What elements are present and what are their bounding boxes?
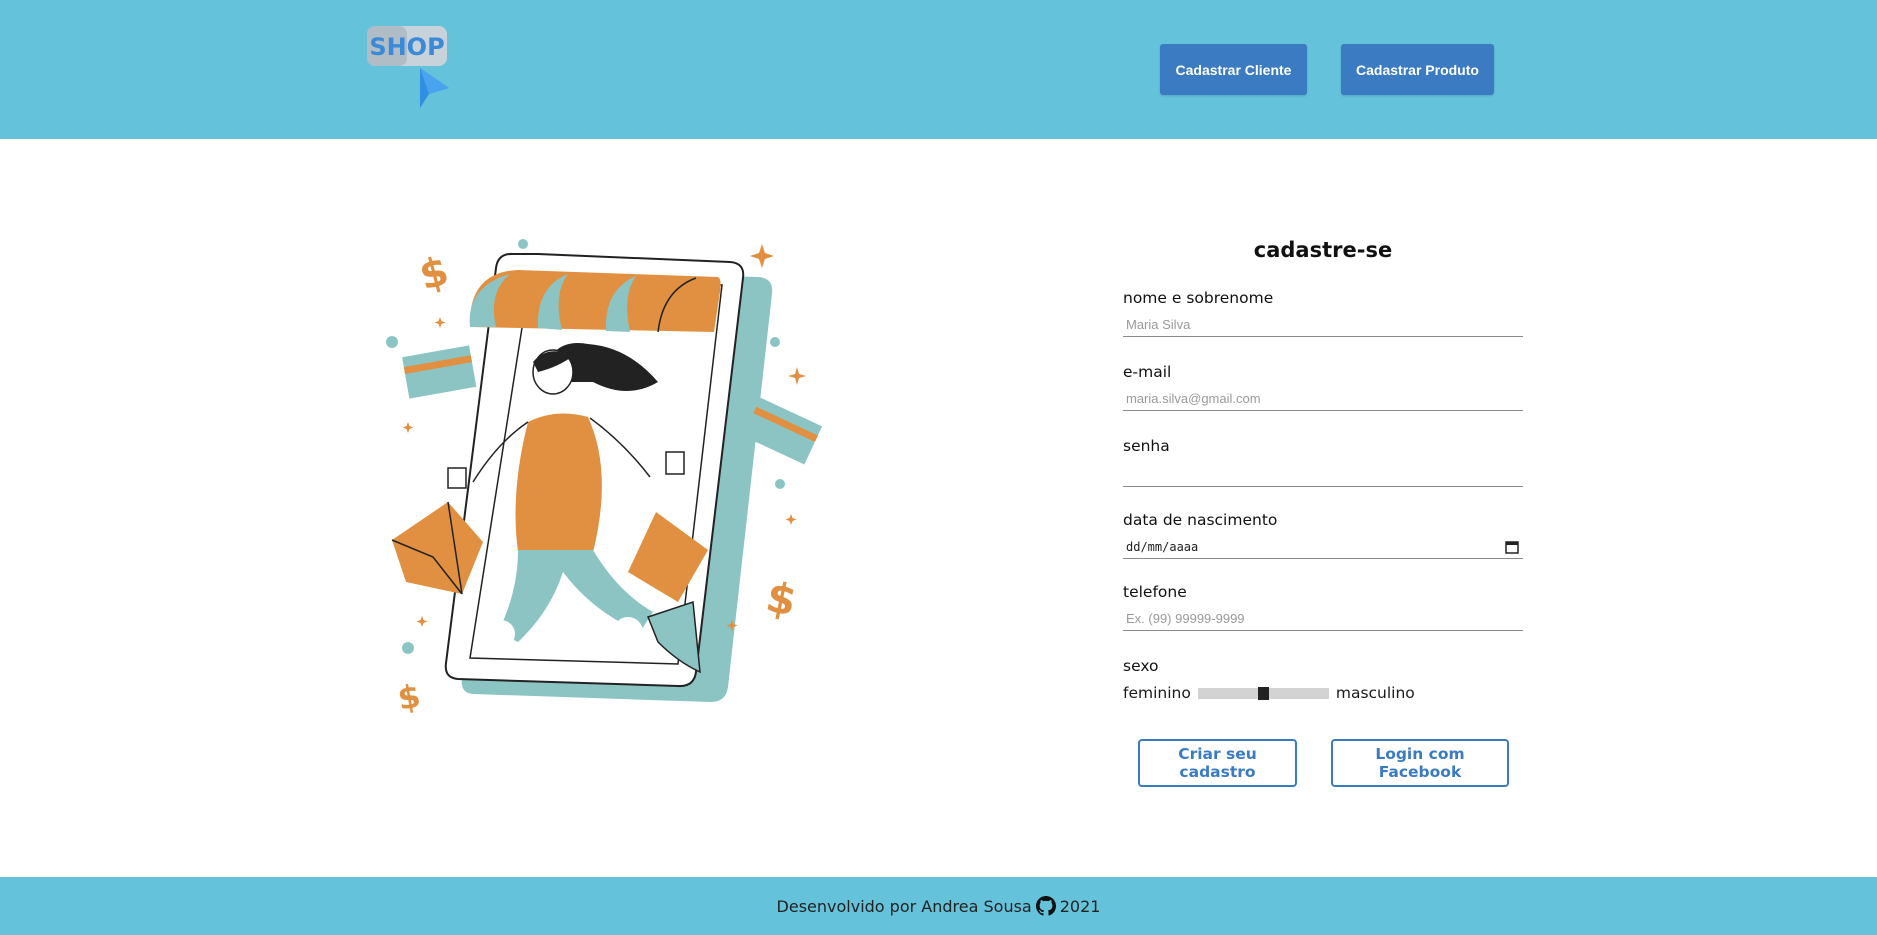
nome-label: nome e sobrenome: [1123, 289, 1274, 307]
shopping-illustration: $ $ $: [386, 239, 823, 718]
senha-input[interactable]: [1123, 463, 1523, 487]
sexo-label: sexo: [1123, 657, 1159, 675]
masculino-label: masculino: [1335, 684, 1415, 702]
nascimento-value: dd/mm/aaaa: [1126, 539, 1199, 554]
footer: Desenvolvido por Andrea Sousa 2021: [0, 877, 1877, 935]
nascimento-label: data de nascimento: [1123, 511, 1278, 529]
email-label: e-mail: [1123, 363, 1172, 381]
header: SHOP Cadastrar Cliente Cadastrar Produto: [0, 0, 1877, 139]
footer-credit: Desenvolvido por Andrea Sousa: [776, 896, 1032, 916]
sexo-slider[interactable]: [1197, 686, 1329, 700]
footer-year: 2021: [1059, 896, 1101, 916]
logo-text: SHOP: [369, 33, 444, 61]
svg-text:$: $: [762, 572, 801, 626]
sexo-slider-thumb[interactable]: [1257, 686, 1269, 700]
feminino-label: feminino: [1123, 684, 1191, 702]
telefone-label: telefone: [1123, 583, 1187, 601]
calendar-icon[interactable]: [1504, 539, 1520, 555]
nome-input[interactable]: [1123, 313, 1523, 337]
login-facebook-button[interactable]: Login com Facebook: [1331, 739, 1509, 787]
telefone-input[interactable]: [1123, 607, 1523, 631]
svg-text:$: $: [395, 677, 424, 718]
cadastrar-produto-button[interactable]: Cadastrar Produto: [1341, 44, 1494, 95]
cadastrar-cliente-button[interactable]: Cadastrar Cliente: [1160, 44, 1307, 95]
shop-logo[interactable]: SHOP: [365, 24, 455, 110]
criar-cadastro-button[interactable]: Criar seu cadastro: [1138, 739, 1297, 787]
sexo-slider-row: feminino masculino: [1123, 684, 1415, 702]
nascimento-input[interactable]: dd/mm/aaaa: [1123, 535, 1523, 559]
svg-text:$: $: [415, 248, 454, 300]
email-input[interactable]: [1123, 387, 1523, 411]
form-title: cadastre-se: [1253, 238, 1393, 262]
senha-label: senha: [1123, 437, 1170, 455]
github-icon[interactable]: [1035, 896, 1056, 916]
